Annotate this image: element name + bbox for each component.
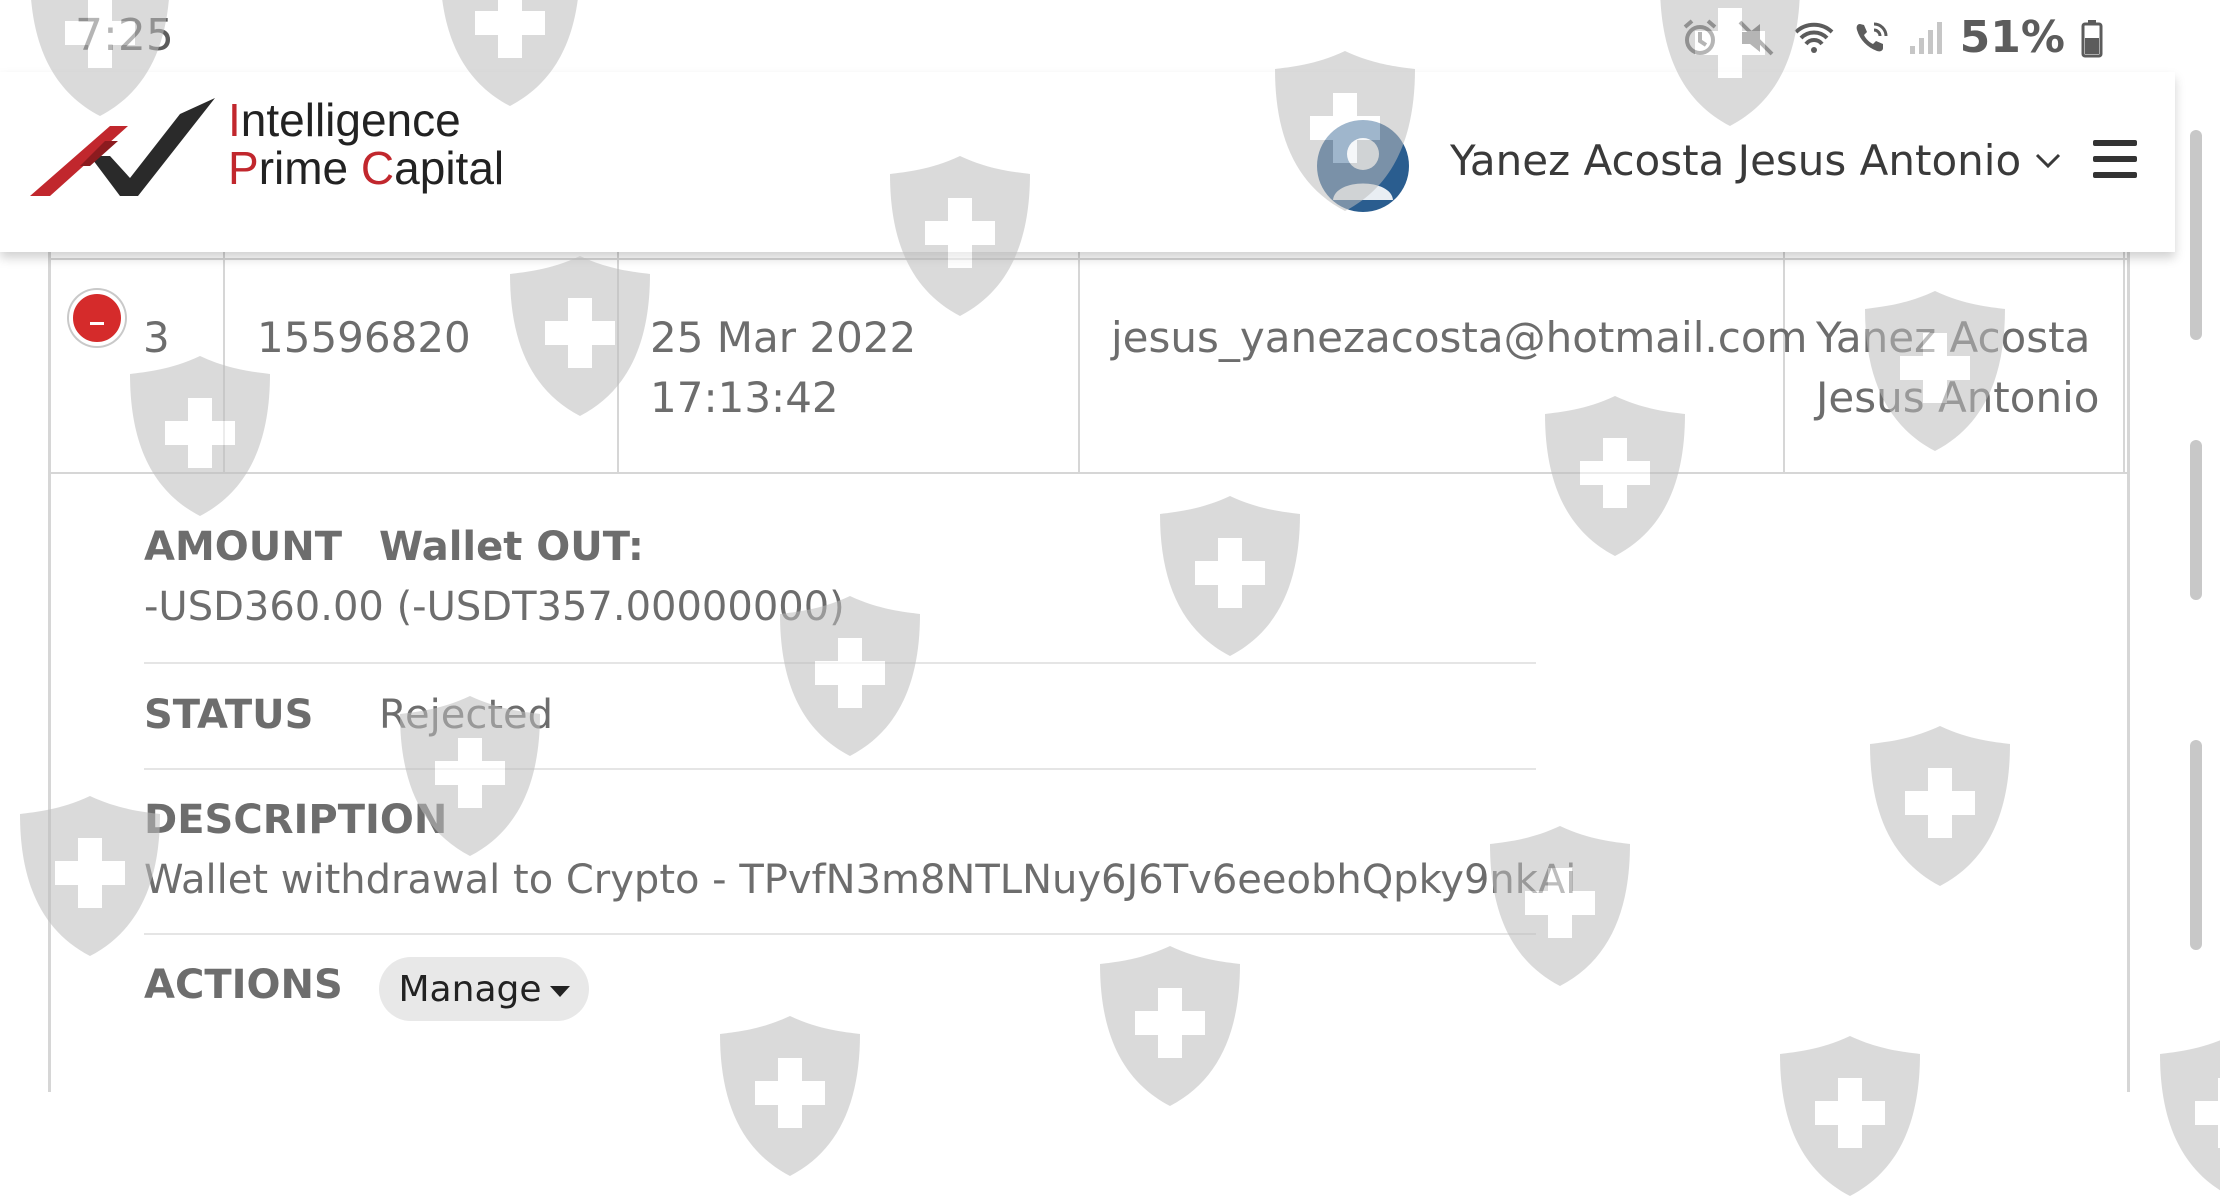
mute-icon [1738,20,1774,55]
divider [144,662,1536,664]
avatar[interactable] [1317,120,1409,212]
scrollbar[interactable] [2190,440,2202,600]
status-icons: 51% [1680,12,2103,63]
manage-dropdown-button[interactable]: Manage [379,957,589,1021]
row-id: 15596820 [257,313,471,362]
transactions-table: 3 15596820 25 Mar 2022 17:13:42 jesus_yan… [48,252,2130,1092]
status-value: Rejected [379,692,554,738]
amount-value: -USD360.00 (-USDT357.00000000) [144,584,845,630]
logo-text: Intelligence Prime Capital [228,94,505,194]
description-value: Wallet withdrawal to Crypto - TPvfN3m8NT… [144,857,1577,903]
caret-down-icon [549,985,570,997]
user-icon [1333,138,1393,200]
wifi-icon [1794,22,1834,53]
row-name: Yanez Acosta Jesus Antonio [1816,313,2100,422]
user-menu[interactable]: Yanez Acosta Jesus Antonio [1450,136,2061,185]
status-label: STATUS [144,692,314,738]
wifi-call-icon [1856,22,1888,51]
user-name: Yanez Acosta Jesus Antonio [1450,136,2022,185]
amount-label: AMOUNT [144,524,343,570]
chevron-down-icon [2036,153,2061,168]
signal-icon [1909,21,1942,54]
battery-icon [2081,19,2103,57]
manage-label: Manage [398,968,542,1010]
battery-percent: 51% [1959,12,2065,63]
wallet-label: Wallet OUT: [379,524,644,570]
row-number: 3 [143,313,170,362]
description-label: DESCRIPTION [144,797,448,843]
actions-label: ACTIONS [144,962,343,1008]
alarm-icon [1683,18,1716,55]
logo-icon [30,98,215,196]
collapse-row-button[interactable] [69,290,125,346]
row-email: jesus_yanezacosta@hotmail.com [1111,313,1808,362]
scrollbar[interactable] [2190,130,2202,340]
shield-watermark-icon [2160,1040,2220,1191]
status-bar: 7:25 51% [0,0,2175,72]
divider [144,768,1536,770]
app-header: Intelligence Prime Capital Yanez Acosta … [0,72,2175,252]
row-date: 25 Mar 2022 17:13:42 [650,313,917,422]
hamburger-menu-icon[interactable] [2093,140,2137,180]
scrollbar[interactable] [2190,740,2202,950]
divider [144,933,1536,935]
status-time: 7:25 [75,10,174,61]
